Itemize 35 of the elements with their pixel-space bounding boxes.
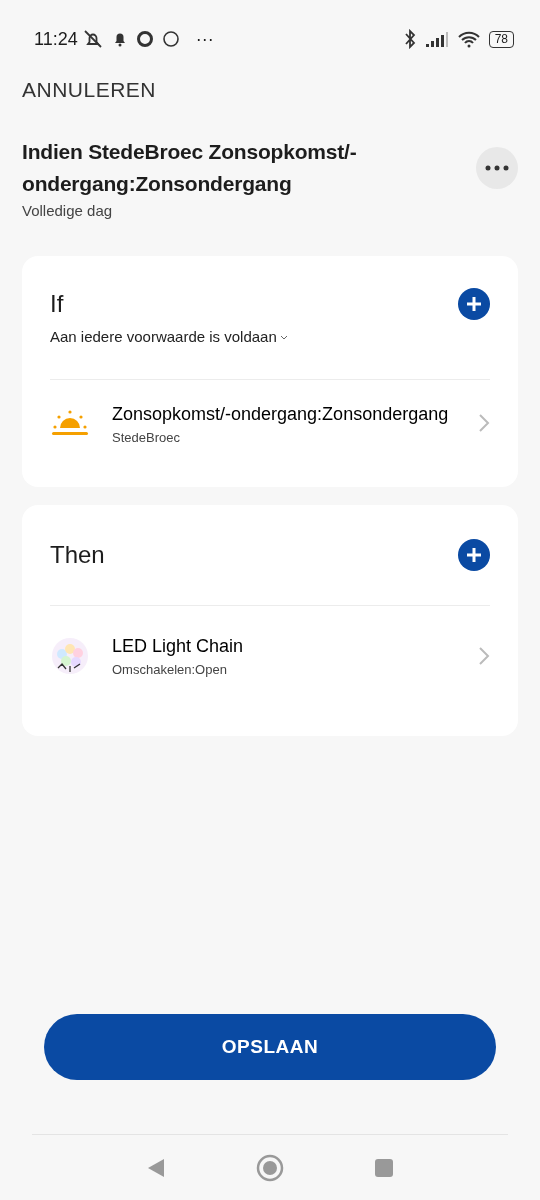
section-title: Then bbox=[50, 540, 105, 570]
item-subtitle: Omschakelen:Open bbox=[112, 661, 228, 679]
rule-title: Indien StedeBroec Zonsopkomst/-ondergang:Zonsondergang bbox=[22, 138, 358, 197]
add-button[interactable] bbox=[458, 288, 490, 320]
item-subtitle: StedeBroec bbox=[112, 428, 181, 447]
wifi-icon bbox=[456, 30, 481, 48]
light-bulbs-icon bbox=[50, 635, 90, 676]
plus-icon bbox=[465, 546, 483, 564]
muted-bell-icon bbox=[81, 28, 104, 50]
home-icon bbox=[256, 1153, 284, 1182]
condition-item[interactable]: Zonsopkomst/-ondergang:Zonsondergang StedeBroec bbox=[22, 379, 518, 487]
ring-icon bbox=[135, 30, 154, 48]
rule-subtitle: Volledige dag bbox=[21, 200, 114, 221]
plus-icon bbox=[465, 295, 483, 313]
chevron-icon bbox=[478, 413, 490, 434]
cancel-button[interactable]: ANNULEREN bbox=[0, 60, 179, 106]
battery-indicator: 78 bbox=[488, 30, 514, 48]
add-button[interactable] bbox=[458, 539, 490, 571]
signal-icon bbox=[424, 30, 449, 48]
item-title: LED Light Chain bbox=[112, 635, 245, 658]
more-icon bbox=[485, 164, 509, 171]
condition-dropdown[interactable]: Aan iedere voorwaarde is voldaan bbox=[50, 326, 288, 349]
bluetooth-icon bbox=[402, 29, 417, 49]
more-button[interactable] bbox=[476, 146, 518, 189]
chevron-icon bbox=[478, 645, 490, 666]
recents-icon bbox=[374, 1157, 394, 1178]
clock-text: 11:24 bbox=[34, 27, 78, 51]
circle-icon bbox=[161, 30, 180, 48]
section-title: If bbox=[50, 289, 64, 319]
item-title: Zonsopkomst/-ondergang:Zonsondergang bbox=[112, 402, 450, 426]
save-button[interactable]: OPSLAAN bbox=[44, 1014, 496, 1080]
more-dots-text: ··· bbox=[195, 27, 214, 51]
back-icon bbox=[146, 1156, 166, 1179]
condition-item[interactable]: LED Light Chain Omschakelen:Open bbox=[22, 606, 518, 736]
caret-icon bbox=[279, 334, 288, 340]
